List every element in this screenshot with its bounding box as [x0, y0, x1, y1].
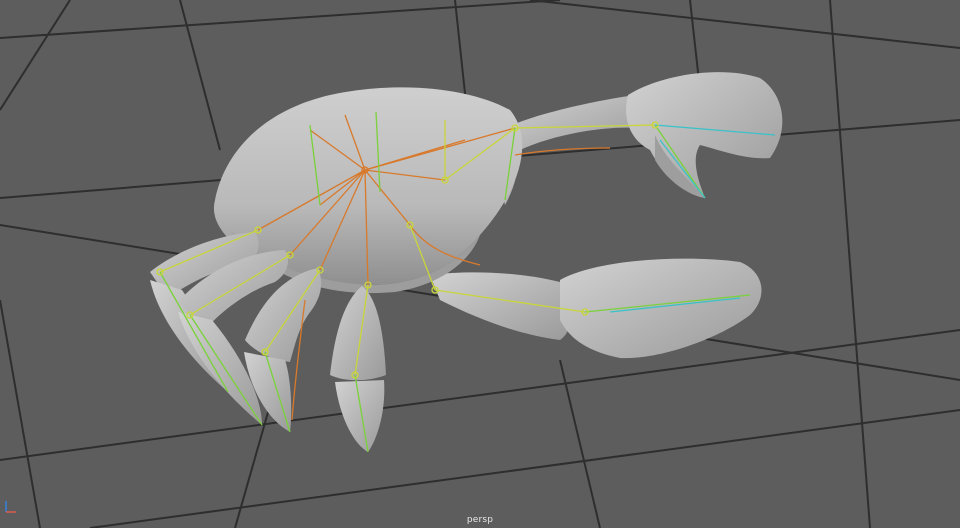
scene-canvas[interactable] — [0, 0, 960, 528]
ground-grid — [0, 0, 960, 528]
camera-label: persp — [466, 515, 494, 525]
crab-mesh[interactable] — [150, 72, 783, 452]
perspective-viewport[interactable]: persp — [0, 0, 960, 528]
axis-gizmo — [3, 498, 19, 514]
